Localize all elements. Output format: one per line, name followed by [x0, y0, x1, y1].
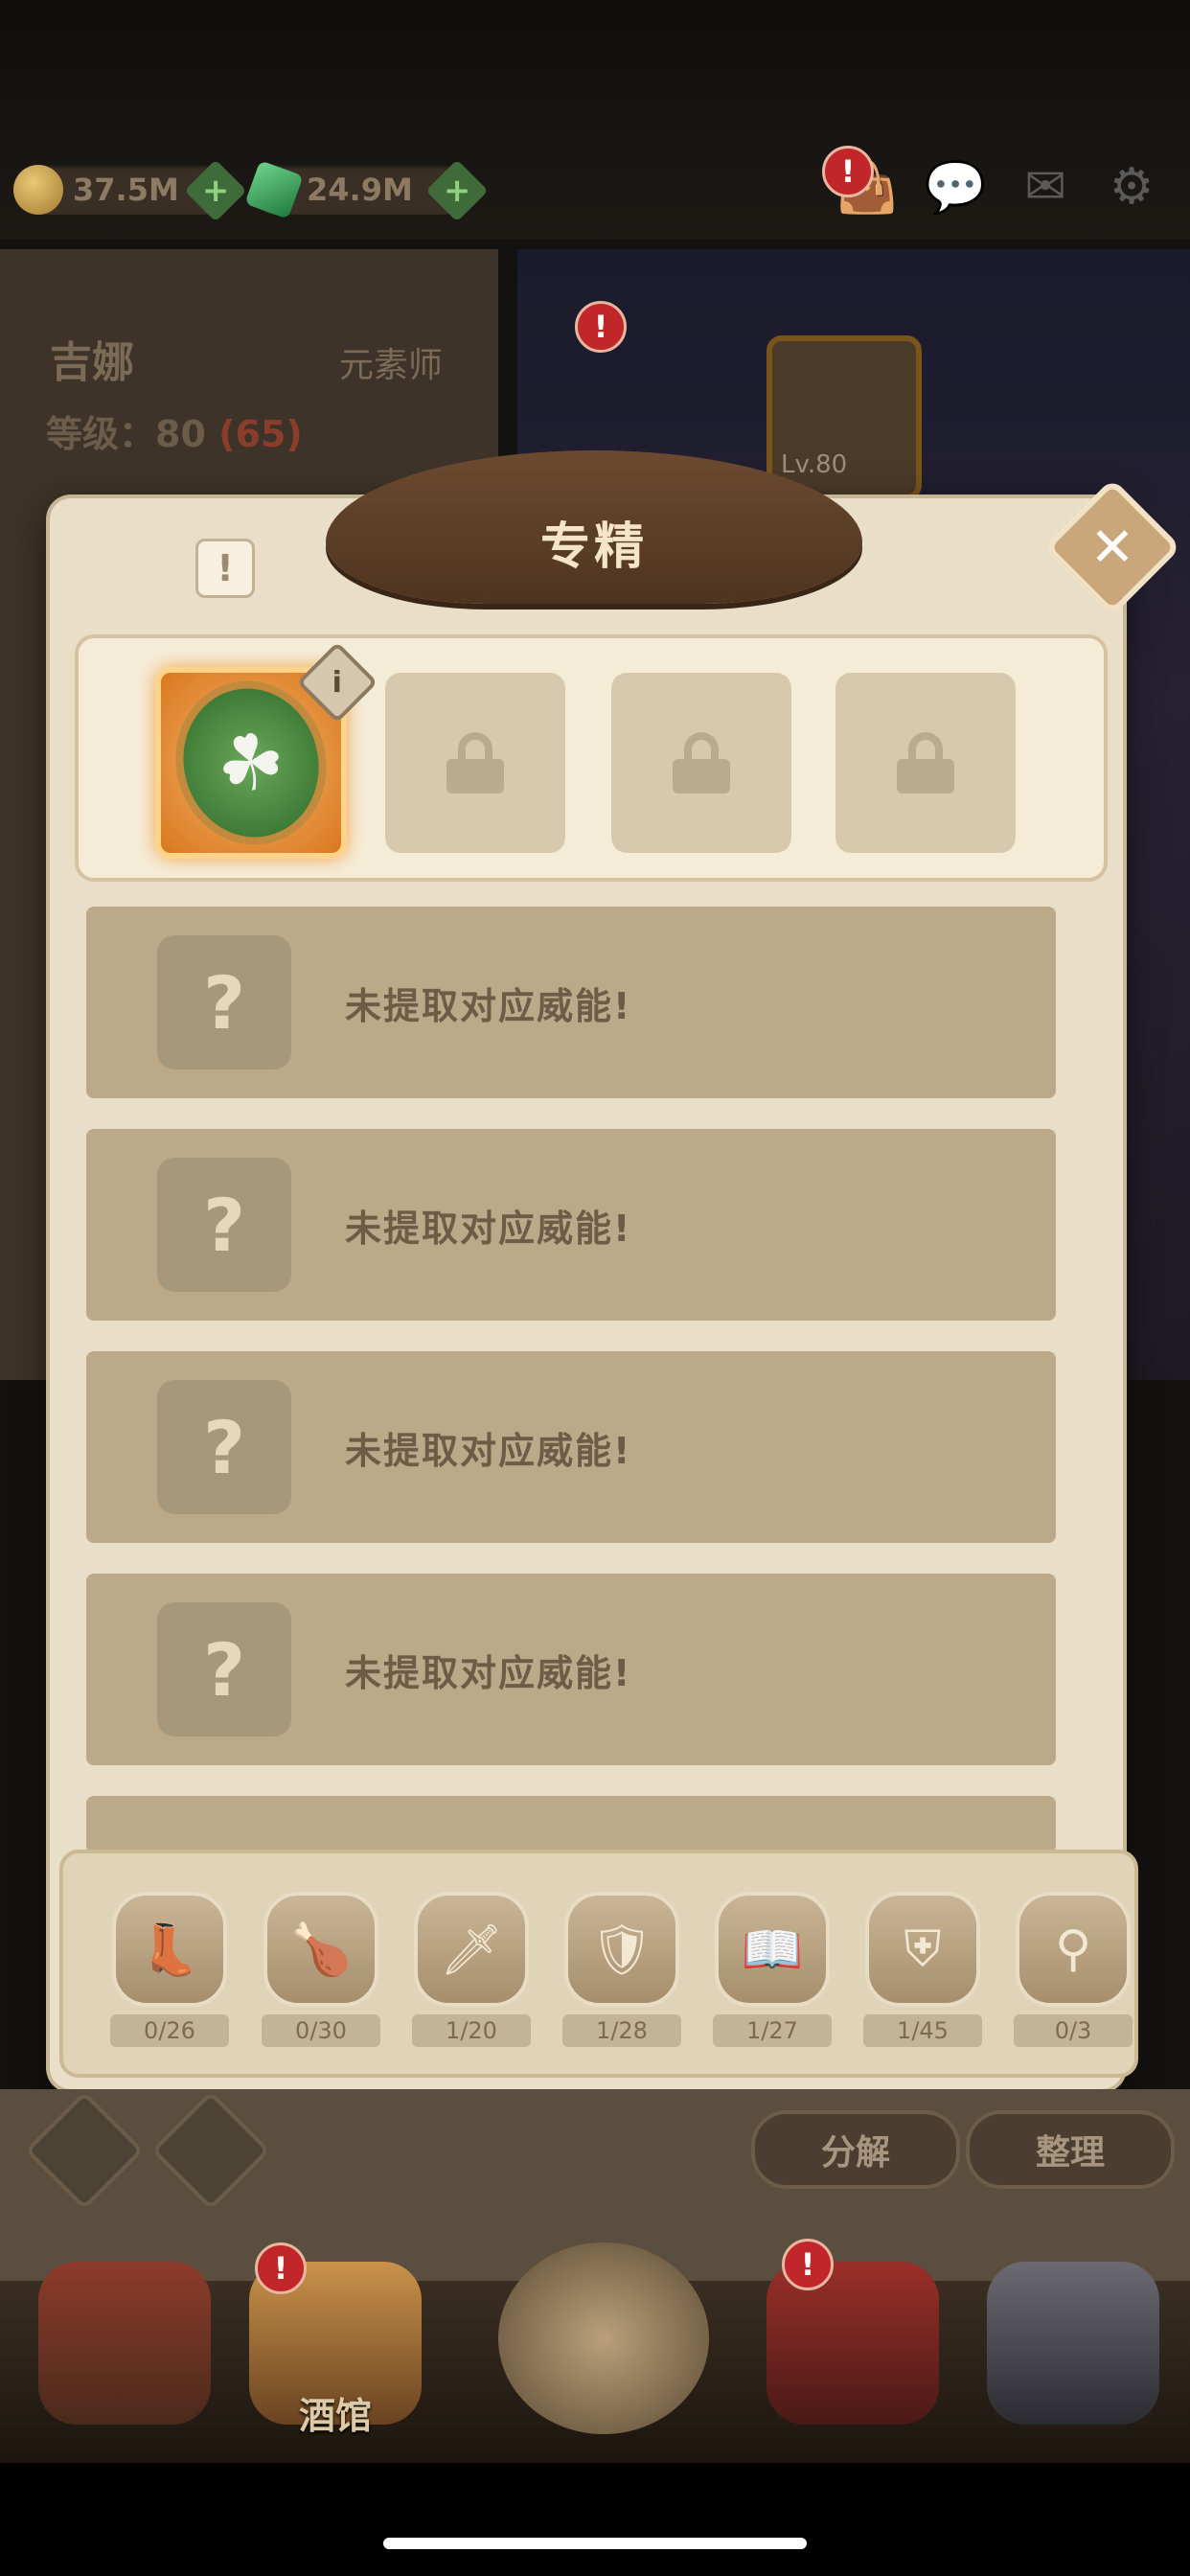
power-row-text: 未提取对应威能!: [345, 1429, 632, 1472]
unknown-power-icon: ?: [157, 1158, 291, 1292]
gold-coin-icon: [13, 165, 63, 215]
settings-gear-icon[interactable]: ⚙: [1098, 153, 1165, 220]
nav-adventure[interactable]: [498, 2242, 709, 2434]
lock-icon: [897, 732, 954, 794]
treasure-chest-icon: [767, 2262, 939, 2425]
category-staff[interactable]: ⚲ 0/3: [1011, 1892, 1134, 2047]
power-row-1[interactable]: ? 未提取对应威能!: [86, 907, 1056, 1098]
helmet-level: Lv.80: [781, 450, 848, 479]
sword-icon: 🗡: [414, 1892, 529, 2007]
hero-name: 吉娜: [50, 338, 134, 387]
bottom-safe-area: [0, 2463, 1190, 2576]
category-count: 0/3: [1014, 2014, 1133, 2047]
staff-icon: ⚲: [1016, 1892, 1131, 2007]
specialization-slot-4[interactable]: [835, 673, 1016, 853]
category-count: 1/45: [863, 2014, 982, 2047]
category-sword[interactable]: 🗡 1/20: [409, 1892, 534, 2047]
info-button[interactable]: !: [195, 539, 255, 598]
equipment-alert-icon: !: [575, 301, 627, 353]
home-indicator[interactable]: [383, 2538, 807, 2549]
organize-button[interactable]: 整理: [966, 2110, 1175, 2189]
lock-icon: [446, 732, 504, 794]
boot-icon: 👢: [112, 1892, 227, 2007]
adventure-portal-icon: [498, 2242, 709, 2434]
unknown-power-icon: ?: [157, 1380, 291, 1514]
treasure-alert-icon: !: [782, 2239, 834, 2290]
category-count: 1/20: [412, 2014, 531, 2047]
forge-icon: [987, 2262, 1159, 2425]
power-row-5-partial[interactable]: [86, 1796, 1056, 1853]
mail-icon[interactable]: ✉: [1012, 153, 1079, 220]
lock-icon: [673, 732, 730, 794]
gold-amount: 37.5M: [73, 172, 179, 208]
category-count: 1/27: [713, 2014, 832, 2047]
armor-icon: ⛨: [865, 1892, 980, 2007]
category-bar: 👢 0/26 🍗 0/30 🗡 1/20 🛡 1/28 📖 1/27 ⛨ 1/4…: [59, 1850, 1138, 2078]
specialization-slot-3[interactable]: [611, 673, 791, 853]
drumstick-icon: 🍗: [263, 1892, 378, 2007]
category-count: 1/28: [562, 2014, 681, 2047]
specialization-slot-2[interactable]: [385, 673, 565, 853]
house-icon: [38, 2262, 211, 2425]
gem-amount: 24.9M: [307, 172, 413, 208]
close-icon: ✕: [1089, 516, 1135, 579]
category-count: 0/30: [262, 2014, 380, 2047]
shield-icon: 🛡: [564, 1892, 679, 2007]
power-row-4[interactable]: ? 未提取对应威能!: [86, 1574, 1056, 1765]
bag-alert-icon: !: [822, 146, 874, 197]
power-row-text: 未提取对应威能!: [345, 1207, 632, 1250]
unknown-power-icon: ?: [157, 935, 291, 1070]
decompose-button[interactable]: 分解: [751, 2110, 960, 2189]
power-row-3[interactable]: ? 未提取对应威能!: [86, 1351, 1056, 1543]
category-food[interactable]: 🍗 0/30: [259, 1892, 383, 2047]
power-row-2[interactable]: ? 未提取对应威能!: [86, 1129, 1056, 1321]
power-row-text: 未提取对应威能!: [345, 984, 632, 1027]
category-armor[interactable]: ⛨ 1/45: [860, 1892, 985, 2047]
chat-icon[interactable]: 💬: [922, 153, 989, 220]
modal-title: 专精: [539, 518, 648, 576]
tavern-alert-icon: !: [255, 2242, 307, 2294]
nav-home[interactable]: [29, 2262, 220, 2453]
book-icon: 📖: [715, 1892, 830, 2007]
category-shield[interactable]: 🛡 1/28: [560, 1892, 684, 2047]
nav-forge[interactable]: [977, 2262, 1169, 2453]
level-bonus: (65): [218, 413, 303, 455]
category-book[interactable]: 📖 1/27: [710, 1892, 835, 2047]
category-count: 0/26: [110, 2014, 229, 2047]
nav-tavern-label: 酒馆: [298, 2395, 372, 2437]
nav-treasure[interactable]: [757, 2262, 949, 2453]
category-boots[interactable]: 👢 0/26: [107, 1892, 232, 2047]
hero-class: 元素师: [339, 346, 444, 385]
level-value: 80: [155, 413, 206, 455]
unknown-power-icon: ?: [157, 1602, 291, 1736]
hero-level: 等级：80 (65): [46, 404, 303, 457]
level-label: 等级：: [46, 413, 156, 455]
power-row-text: 未提取对应威能!: [345, 1651, 632, 1694]
